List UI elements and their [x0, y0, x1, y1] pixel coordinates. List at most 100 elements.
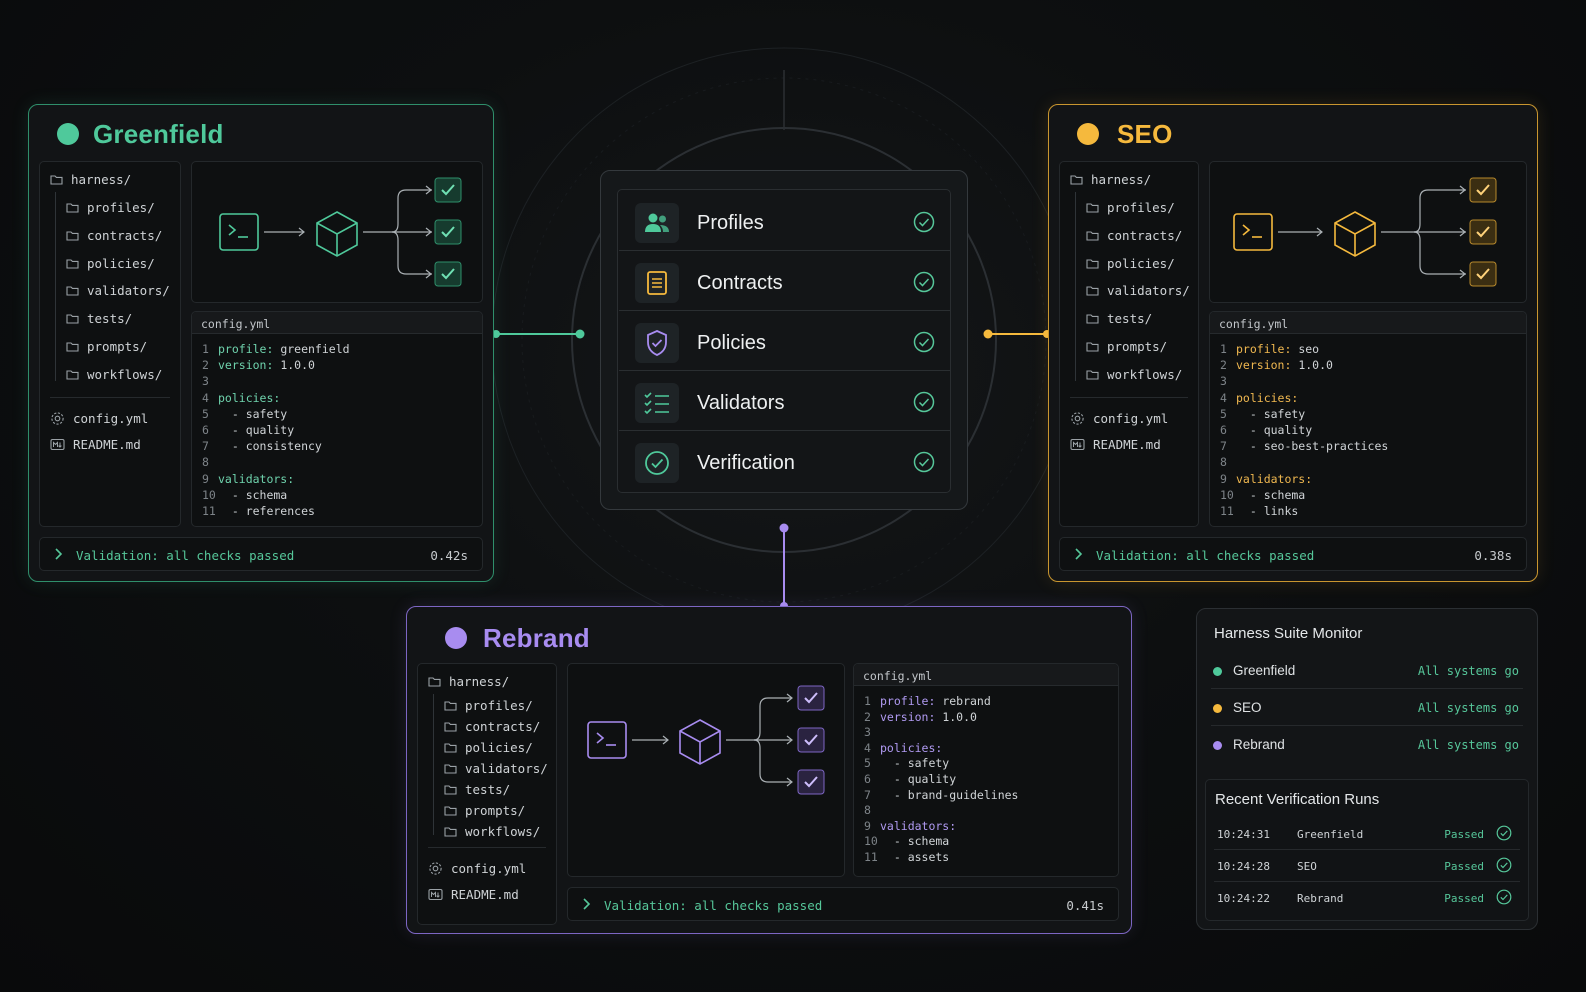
code-line: 8	[1210, 455, 1236, 469]
tree-file-config-yml[interactable]: config.yml	[1070, 411, 1168, 426]
tree-folder-contracts[interactable]: contracts/	[66, 228, 162, 243]
tree-file-config-yml[interactable]: config.yml	[50, 411, 148, 426]
rebrand-panel: Rebrand harness/profiles/contracts/polic…	[406, 606, 1132, 934]
code-value: - quality	[880, 772, 957, 786]
line-number: 6	[864, 772, 871, 786]
folder-icon	[444, 785, 457, 795]
tree-label: harness/	[1091, 172, 1152, 187]
tree-folder-contracts[interactable]: contracts/	[1086, 228, 1182, 243]
tree-label: tests/	[87, 311, 133, 327]
rebrand-file-tree: harness/profiles/contracts/policies/vali…	[417, 663, 557, 925]
tree-folder-contracts[interactable]: contracts/	[444, 719, 540, 734]
line-number: 5	[1220, 406, 1227, 421]
checklist-icon	[635, 383, 679, 423]
code-value: - quality	[1236, 423, 1313, 437]
tree-folder-profiles[interactable]: profiles/	[66, 200, 155, 215]
code-line: 3	[192, 374, 218, 388]
tree-label: workflows/	[87, 366, 163, 382]
code-key: validators:	[880, 818, 957, 833]
tree-folder-policies[interactable]: policies/	[1086, 256, 1175, 271]
terminal-icon	[1233, 213, 1273, 251]
tree-folder-profiles[interactable]: profiles/	[444, 698, 533, 713]
folder-icon	[50, 175, 63, 185]
rebrand-status-dot	[445, 627, 467, 649]
tree-folder-policies[interactable]: policies/	[444, 740, 533, 755]
tree-file-readme-md[interactable]: README.md	[1070, 437, 1161, 452]
gear-icon	[51, 411, 64, 425]
code-line: 10 - schema	[192, 488, 287, 502]
run-status-icon	[1496, 825, 1512, 844]
line-number: 7	[864, 787, 871, 802]
checklist-item-profiles[interactable]: Profiles	[619, 193, 951, 251]
harness-suite-monitor: Harness Suite Monitor Greenfield All syst…	[1196, 608, 1538, 930]
code-value: - references	[218, 504, 315, 518]
code-line: 8	[192, 455, 218, 469]
tree-divider	[50, 396, 170, 398]
status-time: 0.41s	[1066, 898, 1104, 913]
monitor-row-greenfield[interactable]: Greenfield All systems go	[1211, 653, 1523, 689]
tree-folder-workflows[interactable]: workflows/	[66, 367, 162, 382]
code-value: seo	[1291, 342, 1320, 356]
monitor-title: Harness Suite Monitor	[1214, 625, 1363, 642]
line-number: 9	[202, 471, 209, 486]
chevron-right-icon	[1075, 548, 1083, 560]
seo-title: SEO	[1117, 119, 1173, 149]
tree-folder-prompts[interactable]: prompts/	[66, 339, 147, 354]
tree-label: README.md	[451, 887, 519, 902]
tree-folder-workflows[interactable]: workflows/	[1086, 367, 1182, 382]
code-line: 7 - seo-best-practices	[1210, 439, 1388, 453]
tree-folder-tests[interactable]: tests/	[1086, 311, 1152, 326]
run-name: Greenfield	[1297, 828, 1364, 841]
code-key: version:	[218, 358, 274, 373]
tree-folder-validators[interactable]: validators/	[66, 283, 170, 298]
line-number: 5	[202, 406, 209, 421]
line-number: 11	[1220, 504, 1234, 518]
tree-folder-prompts[interactable]: prompts/	[1086, 339, 1167, 354]
flow-graphic	[1233, 177, 1497, 287]
run-row[interactable]: 10:24:31 Greenfield Passed	[1214, 818, 1520, 850]
status-dot	[1213, 741, 1222, 750]
rebrand-code-editor: config.yml 1 profile: rebrand 2 version: 1.…	[853, 663, 1119, 877]
tree-folder-prompts[interactable]: prompts/	[444, 803, 525, 818]
tree-folder-tests[interactable]: tests/	[444, 782, 510, 797]
tree-folder-profiles[interactable]: profiles/	[1086, 200, 1175, 215]
checklist-item-contracts[interactable]: Contracts	[619, 253, 951, 311]
tree-folder-workflows[interactable]: workflows/	[444, 824, 540, 839]
line-number: 4	[1220, 390, 1227, 405]
code-value: - consistency	[218, 439, 322, 454]
run-row[interactable]: 10:24:28 SEO Passed	[1214, 850, 1520, 882]
tree-guide-line	[433, 694, 434, 835]
tree-root-folder[interactable]: harness/	[428, 674, 509, 689]
tree-label: profiles/	[87, 200, 155, 215]
line-number: 2	[864, 709, 871, 724]
seo-status-dot	[1077, 123, 1099, 145]
monitor-row-seo[interactable]: SEO All systems go	[1211, 690, 1523, 726]
tree-file-readme-md[interactable]: README.md	[50, 437, 141, 452]
code-filename: config.yml	[1210, 312, 1526, 334]
tree-folder-tests[interactable]: tests/	[66, 311, 132, 326]
code-line: 2 version: 1.0.0	[1210, 358, 1333, 372]
tree-file-readme-md[interactable]: README.md	[428, 887, 519, 902]
tree-root-folder[interactable]: harness/	[50, 172, 131, 187]
run-status: Passed	[1444, 860, 1484, 873]
tree-folder-policies[interactable]: policies/	[66, 256, 155, 271]
tree-label: contracts/	[87, 227, 163, 243]
code-value: - schema	[880, 834, 950, 849]
tree-folder-validators[interactable]: validators/	[444, 761, 548, 776]
code-value: - quality	[218, 423, 295, 437]
tree-file-config-yml[interactable]: config.yml	[428, 861, 526, 876]
monitor-row-rebrand[interactable]: Rebrand All systems go	[1211, 727, 1523, 763]
checklist-item-validators[interactable]: Validators	[619, 373, 951, 431]
code-value: - schema	[218, 487, 288, 502]
code-line: 8	[854, 803, 880, 817]
seo-panel: SEO harness/profiles/contracts/policies/…	[1048, 104, 1538, 582]
tree-label: harness/	[71, 172, 132, 187]
code-key: policies:	[218, 390, 281, 405]
run-row[interactable]: 10:24:22 Rebrand Passed	[1214, 882, 1520, 914]
tree-root-folder[interactable]: harness/	[1070, 172, 1151, 187]
checklist-item-verification[interactable]: Verification	[619, 433, 951, 491]
checklist-item-policies[interactable]: Policies	[619, 313, 951, 371]
code-key: validators:	[218, 471, 295, 486]
line-number: 3	[864, 725, 871, 740]
tree-folder-validators[interactable]: validators/	[1086, 283, 1190, 298]
